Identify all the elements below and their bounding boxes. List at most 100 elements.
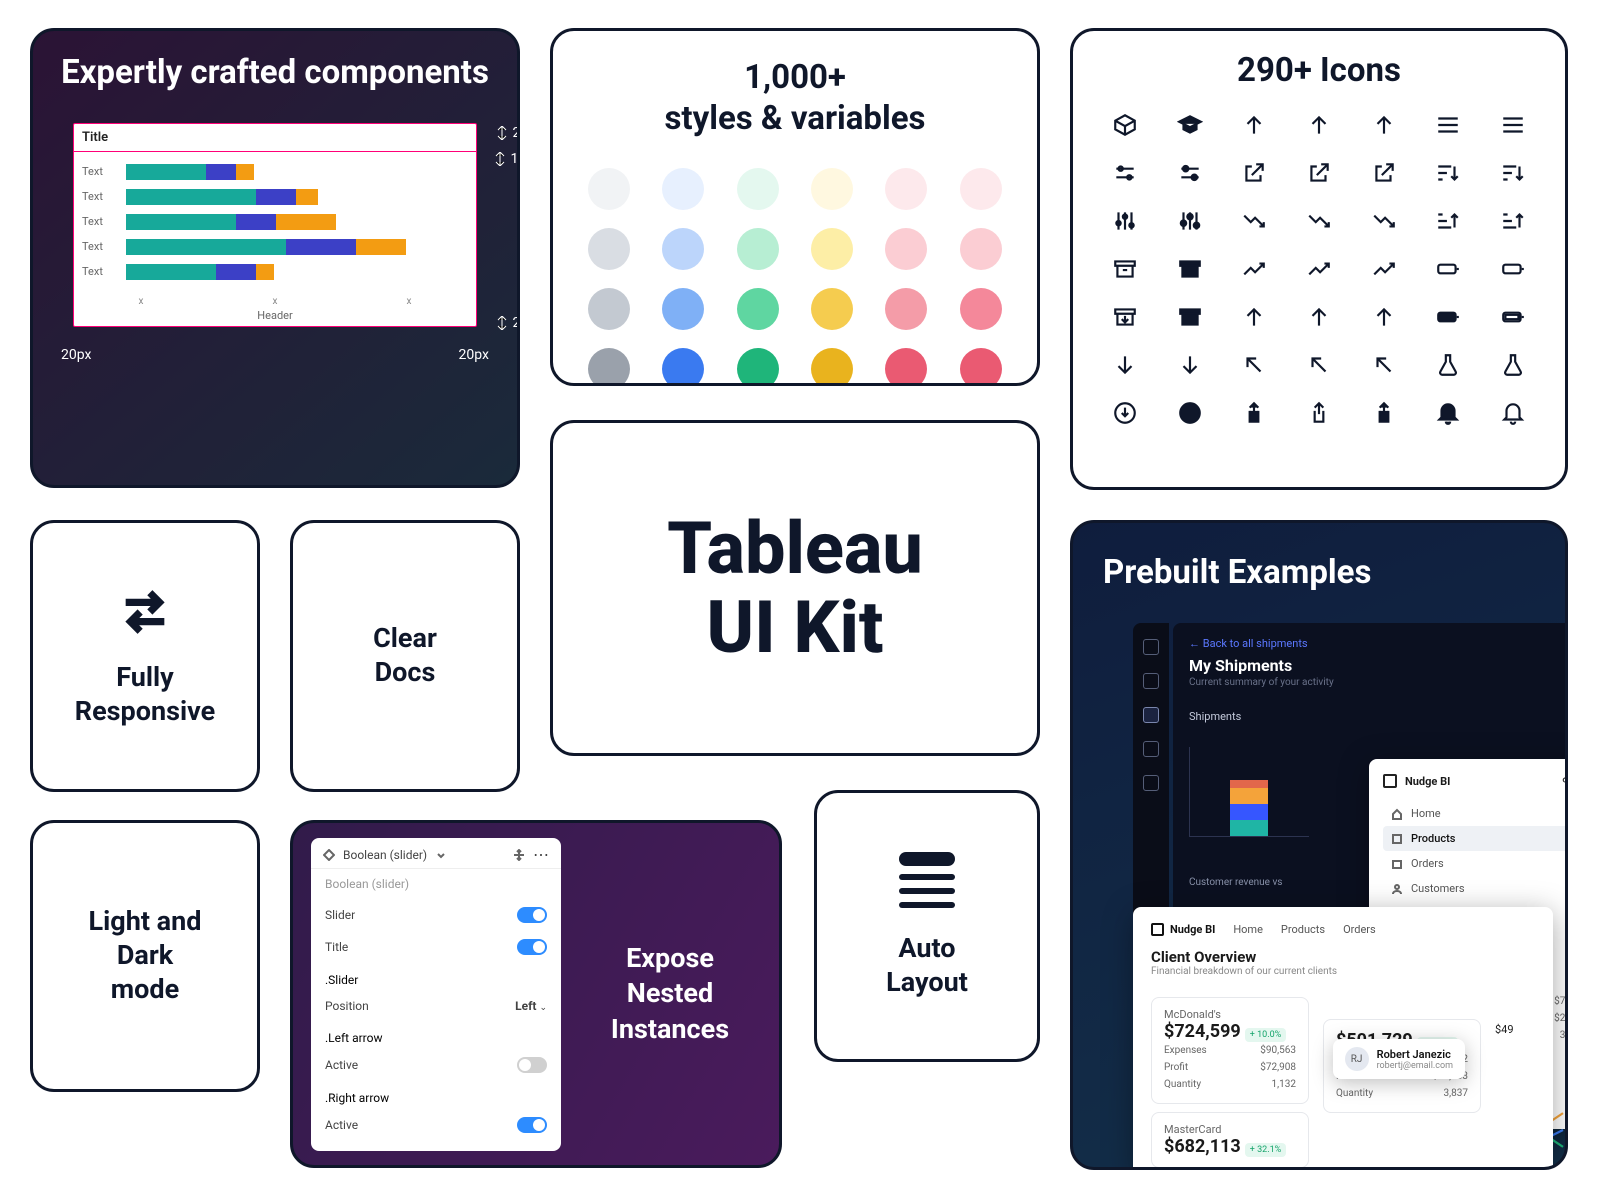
card-title: Fully Responsive: [75, 661, 215, 729]
arrow-up-icon: [1371, 304, 1397, 334]
dimension-label: 20px: [495, 315, 520, 331]
color-swatch: [588, 168, 630, 210]
icon-grid: [1097, 112, 1541, 430]
external-link-icon: [1371, 160, 1397, 190]
card-styles-variables: 1,000+ styles & variables: [550, 28, 1040, 386]
chart-footer: Header: [74, 309, 476, 326]
diamond-icon: [323, 849, 335, 861]
trending-down-icon: [1306, 208, 1332, 238]
card-title: Auto Layout: [886, 932, 968, 1000]
arrow-up-left-icon: [1306, 352, 1332, 382]
external-link-icon: [1306, 160, 1332, 190]
color-swatch: [662, 288, 704, 330]
card-title: Clear Docs: [373, 622, 437, 690]
share-icon: [1241, 400, 1267, 430]
bell-icon: [1435, 400, 1461, 430]
box-icon: [1112, 112, 1138, 142]
toggle-title[interactable]: [517, 939, 547, 955]
color-swatch: [811, 288, 853, 330]
card-title: 290+ Icons: [1097, 51, 1541, 90]
stacked-bar-chart: [1189, 747, 1309, 837]
archive-icon: [1112, 256, 1138, 286]
equalizer-icon: [1177, 208, 1203, 238]
card-prebuilt-examples: Prebuilt Examples ← Back to all shipment…: [1070, 520, 1568, 1170]
card-icons: 290+ Icons: [1070, 28, 1568, 490]
figma-properties-panel: Boolean (slider) ⋯ Boolean (slider) Slid…: [311, 838, 561, 1151]
arrow-up-icon: [1241, 304, 1267, 334]
bell-icon: [1500, 400, 1526, 430]
sort-desc-icon: [1435, 160, 1461, 190]
share-icon: [1306, 400, 1332, 430]
battery-full-icon: [1500, 304, 1526, 334]
color-swatch: [885, 288, 927, 330]
download-circle-icon: [1177, 400, 1203, 430]
color-swatches: [583, 168, 1007, 387]
back-link[interactable]: ← Back to all shipments: [1189, 637, 1568, 650]
color-swatch: [960, 348, 1002, 387]
arrow-up-icon: [1371, 112, 1397, 142]
card-light-dark: Light and Dark mode: [30, 820, 260, 1092]
arrow-down-icon: [1177, 352, 1203, 382]
archive-down-icon: [1112, 304, 1138, 334]
auto-layout-icon: [899, 852, 955, 908]
move-icon: [513, 849, 525, 861]
card-main-title: Tableau UI Kit: [550, 420, 1040, 756]
dimension-label: 20px: [61, 347, 91, 363]
sliders-icon: [1112, 160, 1138, 190]
card-title: Prebuilt Examples: [1103, 553, 1565, 592]
color-swatch: [737, 348, 779, 387]
color-swatch: [885, 168, 927, 210]
color-swatch: [662, 168, 704, 210]
graduation-icon: [1177, 112, 1203, 142]
color-swatch: [588, 228, 630, 270]
chart-spec-mock: Title Text Text Text Text Text xxx Heade…: [73, 123, 477, 327]
trending-up-icon: [1306, 256, 1332, 286]
sort-asc-icon: [1500, 208, 1526, 238]
sort-asc-icon: [1435, 208, 1461, 238]
arrow-up-icon: [1306, 304, 1332, 334]
flask-icon: [1500, 352, 1526, 382]
color-swatch: [960, 168, 1002, 210]
color-swatch: [737, 228, 779, 270]
toggle-right-active[interactable]: [517, 1117, 547, 1133]
card-responsive: Fully Responsive: [30, 520, 260, 792]
external-link-icon: [1241, 160, 1267, 190]
card-expertly-crafted: Expertly crafted components Title Text T…: [30, 28, 520, 488]
color-swatch: [662, 348, 704, 387]
swap-arrows-icon: [116, 583, 174, 641]
menu-icon: [1500, 112, 1526, 142]
dimension-label: 20px: [459, 347, 489, 363]
equalizer-icon: [1112, 208, 1138, 238]
download-circle-icon: [1112, 400, 1138, 430]
card-title: 1,000+ styles & variables: [583, 57, 1007, 140]
arrow-down-icon: [1112, 352, 1138, 382]
menu-icon: [1435, 112, 1461, 142]
trending-down-icon: [1371, 208, 1397, 238]
archive-icon: [1177, 256, 1203, 286]
card-nested-instances: Boolean (slider) ⋯ Boolean (slider) Slid…: [290, 820, 782, 1168]
dimension-label: 12px: [493, 151, 520, 167]
color-swatch: [662, 228, 704, 270]
arrow-up-icon: [1241, 112, 1267, 142]
color-swatch: [811, 228, 853, 270]
battery-full-icon: [1435, 304, 1461, 334]
arrow-up-left-icon: [1371, 352, 1397, 382]
trending-down-icon: [1241, 208, 1267, 238]
battery-empty-icon: [1435, 256, 1461, 286]
sort-desc-icon: [1500, 160, 1526, 190]
main-title: Tableau UI Kit: [667, 509, 923, 667]
share-icon: [1371, 400, 1397, 430]
sliders-icon: [1177, 160, 1203, 190]
toggle-left-active[interactable]: [517, 1057, 547, 1073]
color-swatch: [737, 288, 779, 330]
page-title: My Shipments: [1189, 656, 1568, 675]
card-auto-layout: Auto Layout: [814, 790, 1040, 1062]
color-swatch: [737, 168, 779, 210]
color-swatch: [588, 348, 630, 387]
toggle-slider[interactable]: [517, 907, 547, 923]
card-title: Light and Dark mode: [89, 905, 202, 1006]
trending-up-icon: [1371, 256, 1397, 286]
color-swatch: [885, 228, 927, 270]
color-swatch: [960, 228, 1002, 270]
color-swatch: [588, 288, 630, 330]
